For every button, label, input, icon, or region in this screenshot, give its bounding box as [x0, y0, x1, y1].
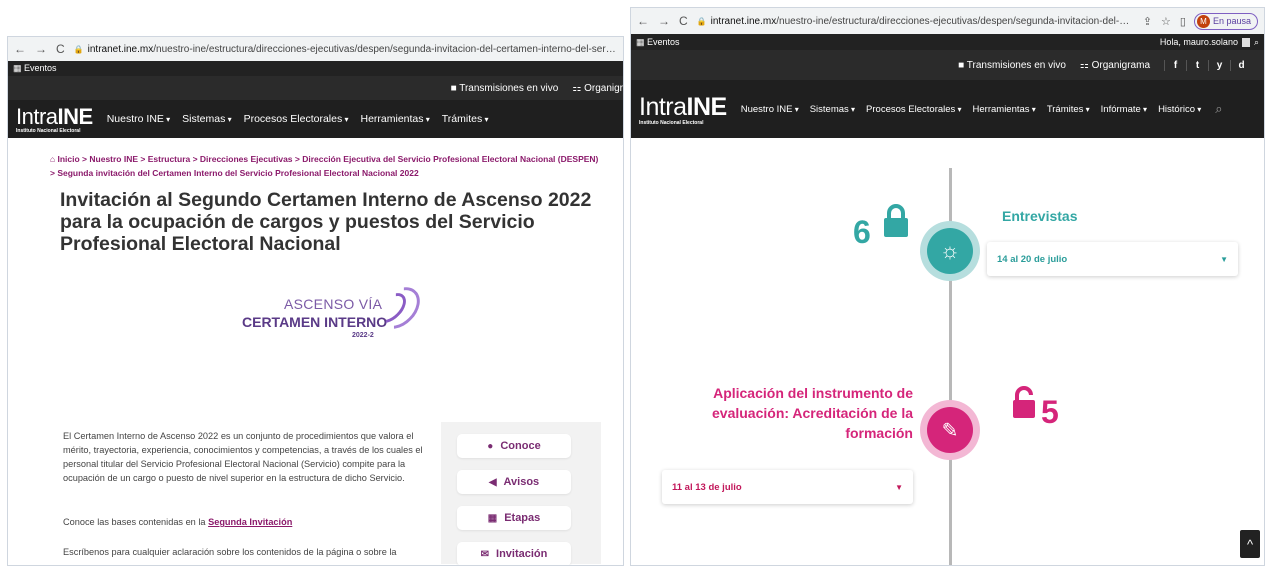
lock-open-icon — [1013, 386, 1035, 418]
calendar-icon: ▦ — [487, 512, 498, 524]
nav-menu: Nuestro INE Sistemas Procesos Electorale… — [107, 113, 489, 125]
user-greeting[interactable]: Hola, mauro.solano ⌕ — [1160, 37, 1259, 48]
nav-item-procesos-electorales[interactable]: Procesos Electorales — [866, 104, 961, 115]
profile-button[interactable]: M En pausa — [1193, 12, 1258, 30]
lock-icon: 🔒 — [73, 44, 84, 54]
address-bar[interactable]: ← → C 🔒 intranet.ine.mx/nuestro-ine/estr… — [8, 37, 623, 61]
intro-paragraph: El Certamen Interno de Ascenso 2022 es u… — [63, 431, 423, 483]
search-icon[interactable]: ⌕ — [1215, 101, 1222, 117]
lock-icon: 🔒 — [696, 16, 707, 26]
nav-item-nuestro-ine[interactable]: Nuestro INE — [741, 104, 799, 115]
back-icon[interactable]: ← — [637, 14, 649, 28]
right-browser-window: ← → C 🔒 intranet.ine.mx/nuestro-ine/estr… — [630, 7, 1265, 566]
social-links: f t y d — [1164, 59, 1252, 71]
ascenso-badge-logo: ASCENSO VÍA CERTAMEN INTERNO 2022-2 — [242, 279, 442, 374]
address-bar[interactable]: ← → C 🔒 intranet.ine.mx/nuestro-ine/estr… — [631, 8, 1264, 34]
video-icon: ■ — [958, 59, 967, 71]
envelope-icon: ✉ — [480, 548, 490, 560]
intraine-logo[interactable]: IntraINE Instituto Nacional Electoral — [639, 93, 727, 126]
forward-icon[interactable]: → — [35, 42, 47, 56]
etapas-button[interactable]: ▦ Etapas — [457, 506, 571, 530]
intraine-logo[interactable]: IntraINE Instituto Nacional Electoral — [16, 104, 93, 134]
events-bar: ▦ Eventos Hola, mauro.solano ⌕ — [631, 34, 1264, 50]
phase-6-dates-dropdown[interactable]: 14 al 20 de julio ▼ — [987, 242, 1238, 276]
breadcrumb[interactable]: ⌂ Inicio > Nuestro INE > Estructura > Di… — [8, 138, 623, 180]
contact-paragraph: Escríbenos para cualquier aclaración sob… — [63, 547, 397, 557]
nav-item-herramientas[interactable]: Herramientas — [973, 104, 1036, 115]
nav-item-sistemas[interactable]: Sistemas — [182, 113, 231, 125]
avisos-button[interactable]: ◀ Avisos — [457, 470, 571, 494]
chevron-down-icon: ▼ — [1220, 254, 1228, 264]
page-title: Invitación al Segundo Certamen Interno d… — [60, 189, 592, 255]
events-link[interactable]: ▦ Eventos — [13, 63, 57, 74]
reload-icon[interactable]: C — [56, 42, 65, 56]
home-icon: ⌂ — [50, 154, 58, 164]
megaphone-icon: ◀ — [488, 476, 497, 488]
reload-icon[interactable]: C — [679, 14, 688, 28]
pencil-icon: ✎ — [927, 407, 973, 453]
org-chart-icon: ⚏ — [1079, 59, 1092, 71]
phase-5-title: Aplicación del instrumento de evaluación… — [712, 385, 913, 441]
quick-links-panel: ● Conoce ◀ Avisos ▦ Etapas ✉ Invitación — [441, 422, 601, 565]
chevron-up-icon: ^ — [1246, 536, 1254, 552]
info-icon: ● — [487, 440, 494, 452]
phase-5-dates-dropdown[interactable]: 11 al 13 de julio ▼ — [662, 470, 913, 504]
bases-paragraph: Conoce las bases contenidas en la Segund… — [63, 517, 293, 527]
main-navigation: IntraINE Instituto Nacional Electoral Nu… — [631, 80, 1264, 138]
video-icon: ■ — [450, 82, 460, 94]
nav-item-nuestro-ine[interactable]: Nuestro INE — [107, 113, 170, 125]
youtube-icon[interactable]: y — [1208, 59, 1230, 71]
nav-item-historico[interactable]: Histórico — [1158, 104, 1201, 115]
phase-6-number: 6 — [853, 214, 871, 250]
phase-6-title: Entrevistas — [1002, 208, 1078, 224]
lock-closed-icon — [884, 204, 908, 237]
facebook-icon[interactable]: f — [1164, 59, 1186, 71]
nav-item-tramites[interactable]: Trámites — [1047, 104, 1090, 115]
share-icon[interactable]: ⇪ — [1143, 15, 1152, 28]
avatar: M — [1196, 14, 1210, 28]
scroll-to-top-button[interactable]: ^ — [1240, 530, 1260, 558]
org-chart-icon: ⚏ — [572, 82, 585, 94]
invitacion-button[interactable]: ✉ Invitación — [457, 542, 571, 565]
chevron-down-icon: ▼ — [895, 482, 903, 492]
left-browser-window: ← → C 🔒 intranet.ine.mx/nuestro-ine/estr… — [7, 36, 624, 566]
search-icon[interactable]: ⌕ — [1254, 37, 1259, 48]
calendar-icon: ▦ — [13, 63, 25, 73]
tiktok-icon[interactable]: d — [1230, 59, 1252, 71]
nav-item-herramientas[interactable]: Herramientas — [360, 113, 429, 125]
live-streams-link[interactable]: ■ Transmisiones en vivo — [451, 83, 559, 94]
url-text[interactable]: intranet.ine.mx/nuestro-ine/estructura/d… — [711, 16, 1134, 27]
utility-strip: ■ Transmisiones en vivo ⚏ Organigrama f … — [631, 50, 1264, 80]
events-bar: ▦ Eventos — [8, 61, 623, 76]
user-icon — [1241, 37, 1250, 47]
phase-5-number: 5 — [1041, 394, 1059, 430]
nav-item-informate[interactable]: Infórmate — [1101, 104, 1147, 115]
back-icon[interactable]: ← — [14, 42, 26, 56]
org-chart-link[interactable]: ⚏ Organigr — [572, 83, 623, 94]
sidebar-icon[interactable]: ▯ — [1180, 15, 1186, 28]
live-streams-link[interactable]: ■ Transmisiones en vivo — [958, 60, 1066, 71]
conoce-button[interactable]: ● Conoce — [457, 434, 571, 458]
nav-item-procesos-electorales[interactable]: Procesos Electorales — [244, 113, 349, 125]
utility-strip: ■ Transmisiones en vivo ⚏ Organigr — [8, 76, 623, 100]
nav-item-sistemas[interactable]: Sistemas — [810, 104, 855, 115]
forward-icon[interactable]: → — [658, 14, 670, 28]
nav-item-tramites[interactable]: Trámites — [442, 113, 489, 125]
twitter-icon[interactable]: t — [1186, 59, 1208, 71]
star-icon[interactable]: ☆ — [1161, 15, 1171, 28]
calendar-icon: ▦ — [636, 36, 648, 47]
events-link[interactable]: ▦ Eventos — [636, 37, 680, 48]
nav-menu: Nuestro INE Sistemas Procesos Electorale… — [741, 104, 1202, 115]
segunda-invitacion-link[interactable]: Segunda Invitación — [208, 517, 292, 527]
org-chart-link[interactable]: ⚏ Organigrama — [1080, 60, 1150, 71]
url-text[interactable]: intranet.ine.mx/nuestro-ine/estructura/d… — [88, 44, 617, 55]
lightbulb-icon: ☼ — [927, 228, 973, 274]
main-navigation: IntraINE Instituto Nacional Electoral Nu… — [8, 100, 623, 138]
